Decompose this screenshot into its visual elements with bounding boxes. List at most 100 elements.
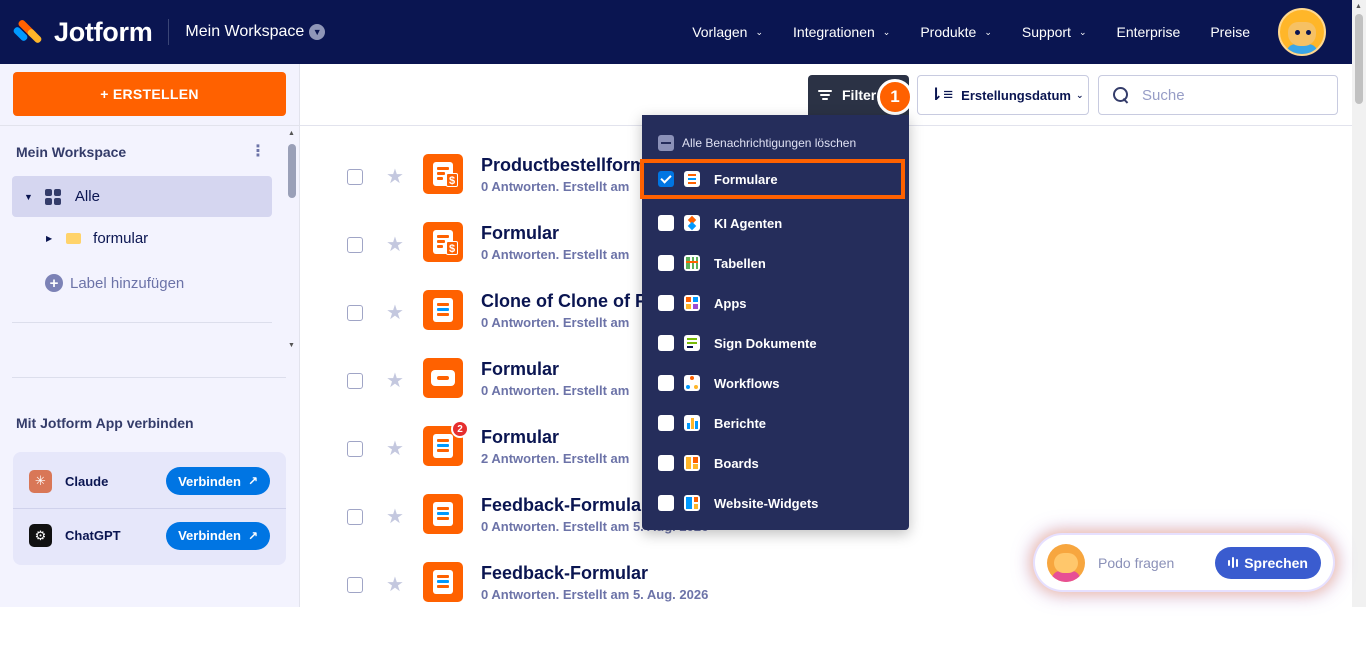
more-options-icon[interactable]: ⋮ [250, 141, 266, 161]
form-title[interactable]: Formular [481, 223, 559, 244]
search-box[interactable] [1098, 75, 1338, 115]
chevron-down-icon: ⌄ [984, 26, 992, 37]
nav-support[interactable]: Support ⌄ [1022, 24, 1087, 40]
chevron-down-icon[interactable]: ▼ [309, 24, 326, 40]
row-checkbox[interactable] [347, 373, 363, 389]
nav-vorlagen[interactable]: Vorlagen ⌄ [692, 24, 763, 40]
checkbox[interactable] [658, 171, 674, 187]
claude-icon: ✳ [29, 469, 52, 493]
divider [0, 125, 300, 126]
checkbox[interactable] [658, 455, 674, 471]
row-checkbox[interactable] [347, 305, 363, 321]
checkbox[interactable] [658, 295, 674, 311]
divider [12, 377, 286, 378]
search-input[interactable] [1142, 86, 1322, 104]
sidebar-item-formular[interactable]: ▶ formular [46, 230, 148, 247]
form-title[interactable]: Feedback-Formular [481, 563, 648, 584]
filter-option-sign-dokumente[interactable]: Sign Dokumente [642, 323, 909, 363]
form-title[interactable]: Clone of Clone of Fo [481, 291, 657, 312]
clear-all-filters[interactable]: Alle Benachrichtigungen löschen [658, 135, 856, 151]
form-meta: 2 Antworten. Erstellt am [481, 451, 630, 466]
nav-preise[interactable]: Preise [1210, 24, 1250, 40]
form-title[interactable]: Formular [481, 359, 559, 380]
checkbox[interactable] [658, 255, 674, 271]
connect-chatgpt-button[interactable]: Verbinden ↗ [166, 521, 270, 550]
app-row-chatgpt: ⚙ ChatGPT Verbinden ↗ [13, 508, 286, 562]
star-icon[interactable]: ★ [386, 504, 404, 529]
ai-agent-icon [684, 215, 700, 231]
row-checkbox[interactable] [347, 509, 363, 525]
form-title[interactable]: Feedback-Formular [481, 495, 648, 516]
row-checkbox[interactable] [347, 441, 363, 457]
row-checkbox[interactable] [347, 169, 363, 185]
filter-option-label: Boards [714, 455, 759, 471]
widgets-icon [684, 495, 700, 511]
scroll-down-icon[interactable]: ▼ [288, 342, 295, 349]
sidebar-item-label: Alle [74, 188, 100, 205]
scrollbar-thumb[interactable] [288, 144, 296, 198]
clear-label: Alle Benachrichtigungen löschen [682, 136, 857, 150]
chevron-down-icon: ⌄ [1078, 26, 1087, 37]
row-checkbox[interactable] [347, 577, 363, 593]
page-scrollbar[interactable]: ▲ [1352, 0, 1366, 607]
add-label-button[interactable]: + Label hinzufügen [45, 274, 184, 292]
scroll-up-icon[interactable]: ▲ [1355, 3, 1362, 10]
checkbox[interactable] [658, 215, 674, 231]
nav-enterprise[interactable]: Enterprise [1117, 24, 1181, 40]
filter-option-berichte[interactable]: Berichte [642, 403, 909, 443]
row-checkbox[interactable] [347, 237, 363, 253]
caret-down-icon[interactable]: ▼ [24, 192, 33, 202]
connect-claude-button[interactable]: Verbinden ↗ [166, 467, 270, 495]
workspace-switcher[interactable]: Mein Workspace [185, 23, 304, 41]
speak-button[interactable]: Sprechen [1215, 546, 1321, 579]
form-meta: 0 Antworten. Erstellt am [481, 383, 630, 398]
grid-icon [44, 188, 61, 205]
star-icon[interactable]: ★ [386, 164, 404, 189]
filter-option-apps[interactable]: Apps [642, 283, 909, 323]
form-meta: 0 Antworten. Erstellt am [481, 247, 630, 262]
tables-icon [684, 255, 700, 271]
indeterminate-checkbox[interactable] [658, 135, 674, 151]
caret-right-icon[interactable]: ▶ [46, 234, 52, 243]
form-title[interactable]: Productbestellform [481, 155, 646, 176]
jotform-logo[interactable]: Jotform [12, 17, 153, 48]
sidebar-item-label: formular [93, 230, 149, 247]
checkbox[interactable] [658, 495, 674, 511]
sidebar-item-all[interactable]: ▼ Alle [12, 176, 272, 217]
filter-option-boards[interactable]: Boards [642, 443, 909, 483]
checkbox[interactable] [658, 415, 674, 431]
scrollbar-thumb[interactable] [1355, 14, 1363, 104]
user-avatar[interactable] [1278, 8, 1326, 56]
filter-option-ki-agenten[interactable]: KI Agenten [642, 203, 909, 243]
star-icon[interactable]: ★ [386, 436, 404, 461]
sort-button[interactable]: ⇂≡ Erstellungsdatum ⌄ [917, 75, 1089, 115]
search-icon [1113, 87, 1129, 103]
sidebar-scrollbar[interactable]: ▲ ▼ [286, 128, 298, 354]
form-title[interactable]: Formular [481, 427, 559, 448]
checkbox[interactable] [658, 375, 674, 391]
filter-option-label: Berichte [714, 415, 767, 431]
notification-badge: 2 [451, 420, 469, 438]
scroll-up-icon[interactable]: ▲ [288, 130, 295, 137]
star-icon[interactable]: ★ [386, 300, 404, 325]
nav-integrationen[interactable]: Integrationen ⌄ [793, 24, 890, 40]
star-icon[interactable]: ★ [386, 368, 404, 393]
filter-option-label: Formulare [714, 171, 778, 187]
filter-option-formulare[interactable]: Formulare [640, 159, 905, 199]
podo-assistant-bar[interactable]: Podo fragen Sprechen [1035, 535, 1333, 590]
star-icon[interactable]: ★ [386, 572, 404, 597]
nav-produkte[interactable]: Produkte ⌄ [920, 24, 992, 40]
form-meta: 0 Antworten. Erstellt am [481, 179, 630, 194]
filter-option-workflows[interactable]: Workflows [642, 363, 909, 403]
checkbox[interactable] [658, 335, 674, 351]
form-icon [423, 290, 463, 330]
form-meta: 0 Antworten. Erstellt am [481, 315, 630, 330]
create-button[interactable]: + ERSTELLEN [13, 72, 286, 116]
filter-label: Filter [842, 87, 877, 103]
filter-option-website-widgets[interactable]: Website-Widgets [642, 483, 909, 523]
filter-option-tabellen[interactable]: Tabellen [642, 243, 909, 283]
star-icon[interactable]: ★ [386, 232, 404, 257]
podo-ask-input[interactable]: Podo fragen [1098, 555, 1174, 571]
jotform-logo-icon [12, 17, 43, 47]
filter-option-label: Tabellen [714, 255, 766, 271]
